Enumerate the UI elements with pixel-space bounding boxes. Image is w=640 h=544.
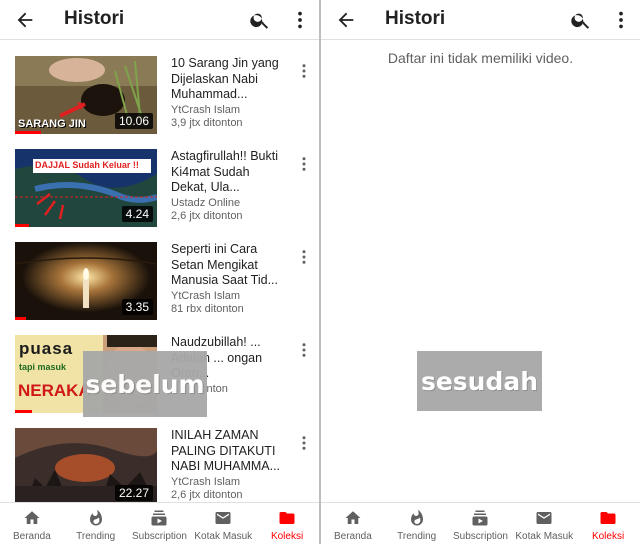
before-label-text: sebelum: [85, 369, 205, 399]
duration-badge: 4.24: [121, 206, 153, 222]
tab-label: Koleksi: [270, 531, 304, 542]
video-info: Astagfirullah!! Bukti Ki4mat Sudah Dekat…: [171, 149, 285, 223]
fire-icon: [410, 509, 423, 526]
tab-koleksi[interactable]: Koleksi: [576, 503, 640, 544]
thumbnail-caption: SARANG JIN: [18, 118, 86, 130]
tab-beranda[interactable]: Beranda: [321, 503, 385, 544]
duration-badge: 10.06: [114, 113, 153, 129]
tab-subscription[interactable]: Subscription: [449, 503, 513, 544]
video-info: Seperti ini Cara Setan Mengikat Manusia …: [171, 242, 285, 316]
page-title: Histori: [64, 8, 125, 29]
watched-progress-bar: [15, 317, 27, 320]
video-list-item[interactable]: 3.35 Seperti ini Cara Setan Mengikat Man…: [0, 234, 319, 327]
app-bar: Histori: [321, 0, 640, 40]
tab-koleksi[interactable]: Koleksi: [255, 503, 319, 544]
video-title[interactable]: Seperti ini Cara Setan Mengikat Manusia …: [171, 242, 285, 289]
history-panel-after: Histori Daftar ini tidak memiliki video.…: [321, 0, 640, 544]
inbox-icon: [215, 512, 231, 524]
before-label-overlay: sebelum: [83, 351, 207, 417]
watched-progress-bar: [15, 224, 30, 227]
history-panel-before: Histori SARANG JIN 10.06 10 Sarang Jin y…: [0, 0, 319, 544]
tab-trending[interactable]: Trending: [385, 503, 449, 544]
video-menu-icon[interactable]: [297, 155, 311, 173]
channel-name: Ustadz Online: [171, 197, 241, 209]
video-thumbnail[interactable]: DAJJAL Sudah Keluar !! 4.24: [15, 149, 157, 227]
view-count: 2,6 jtx ditonton: [171, 210, 243, 222]
back-arrow-icon[interactable]: [14, 9, 36, 31]
subscriptions-icon: [151, 510, 167, 526]
home-icon: [24, 511, 40, 524]
video-list-item[interactable]: 22.27 INILAH ZAMAN PALING DITAKUTI NABI …: [0, 420, 319, 513]
video-menu-icon[interactable]: [297, 248, 311, 266]
tab-beranda[interactable]: Beranda: [0, 503, 64, 544]
video-title[interactable]: INILAH ZAMAN PALING DITAKUTI NABI MUHAMM…: [171, 428, 285, 475]
tab-kotak-masuk[interactable]: Kotak Masuk: [191, 503, 255, 544]
video-list-item[interactable]: SARANG JIN 10.06 10 Sarang Jin yang Dije…: [0, 48, 319, 141]
video-menu-icon[interactable]: [297, 62, 311, 80]
video-menu-icon[interactable]: [297, 434, 311, 452]
tab-label: Subscription: [131, 531, 187, 542]
video-title[interactable]: Astagfirullah!! Bukti Ki4mat Sudah Dekat…: [171, 149, 285, 196]
home-icon: [345, 511, 361, 524]
tab-label: Beranda: [333, 531, 372, 542]
duration-badge: 22.27: [114, 485, 153, 501]
search-icon[interactable]: [249, 9, 271, 31]
thumbnail-caption: DAJJAL Sudah Keluar !!: [35, 160, 139, 170]
inbox-icon: [536, 512, 552, 524]
search-icon[interactable]: [570, 9, 592, 31]
tab-label: Beranda: [12, 531, 51, 542]
tab-label: Trending: [76, 531, 116, 542]
after-label-overlay: sesudah: [417, 351, 542, 411]
watched-progress-bar: [15, 410, 33, 413]
duration-badge: 3.35: [121, 299, 153, 315]
history-video-list: SARANG JIN 10.06 10 Sarang Jin yang Dije…: [0, 48, 319, 513]
thumbnail-caption: puasa: [19, 339, 74, 358]
view-count: 3,9 jtx ditonton: [171, 117, 243, 129]
tab-subscription[interactable]: Subscription: [128, 503, 192, 544]
tab-trending[interactable]: Trending: [64, 503, 128, 544]
tab-label: Subscription: [452, 531, 508, 542]
tab-label: Kotak Masuk: [194, 531, 253, 542]
folder-icon: [279, 512, 295, 524]
tab-label: Trending: [397, 531, 437, 542]
video-title[interactable]: 10 Sarang Jin yang Dijelaskan Nabi Muham…: [171, 56, 285, 103]
view-count: 2,6 jtx ditonton: [171, 489, 243, 501]
video-info: 10 Sarang Jin yang Dijelaskan Nabi Muham…: [171, 56, 285, 130]
tab-label: Kotak Masuk: [515, 531, 574, 542]
watched-progress-bar: [15, 131, 41, 134]
more-vert-icon[interactable]: [614, 9, 628, 31]
bottom-navigation: Beranda Trending Subscription Kotak Masu…: [321, 502, 640, 544]
after-label-text: sesudah: [420, 366, 539, 396]
video-menu-icon[interactable]: [297, 341, 311, 359]
bottom-navigation: Beranda Trending Subscription Kotak Masu…: [0, 502, 319, 544]
tab-label: Koleksi: [591, 531, 625, 542]
channel-name: YtCrash Islam: [171, 104, 241, 116]
video-list-item[interactable]: DAJJAL Sudah Keluar !! 4.24 Astagfirulla…: [0, 141, 319, 234]
thumbnail-caption: NERAKA: [18, 381, 91, 400]
folder-icon: [600, 512, 616, 524]
thumbnail-caption: tapi masuk: [19, 362, 67, 372]
channel-name: YtCrash Islam: [171, 476, 241, 488]
channel-name: YtCrash Islam: [171, 290, 241, 302]
more-vert-icon[interactable]: [293, 9, 307, 31]
empty-list-message: Daftar ini tidak memiliki video.: [387, 50, 574, 66]
video-info: INILAH ZAMAN PALING DITAKUTI NABI MUHAMM…: [171, 428, 285, 502]
subscriptions-icon: [472, 510, 488, 526]
fire-icon: [89, 509, 102, 526]
view-count: 81 rbx ditonton: [171, 303, 244, 315]
video-thumbnail[interactable]: 3.35: [15, 242, 157, 320]
app-bar: Histori: [0, 0, 319, 40]
video-thumbnail[interactable]: 22.27: [15, 428, 157, 506]
page-title: Histori: [385, 8, 446, 29]
video-thumbnail[interactable]: SARANG JIN 10.06: [15, 56, 157, 134]
tab-kotak-masuk[interactable]: Kotak Masuk: [512, 503, 576, 544]
back-arrow-icon[interactable]: [335, 9, 357, 31]
